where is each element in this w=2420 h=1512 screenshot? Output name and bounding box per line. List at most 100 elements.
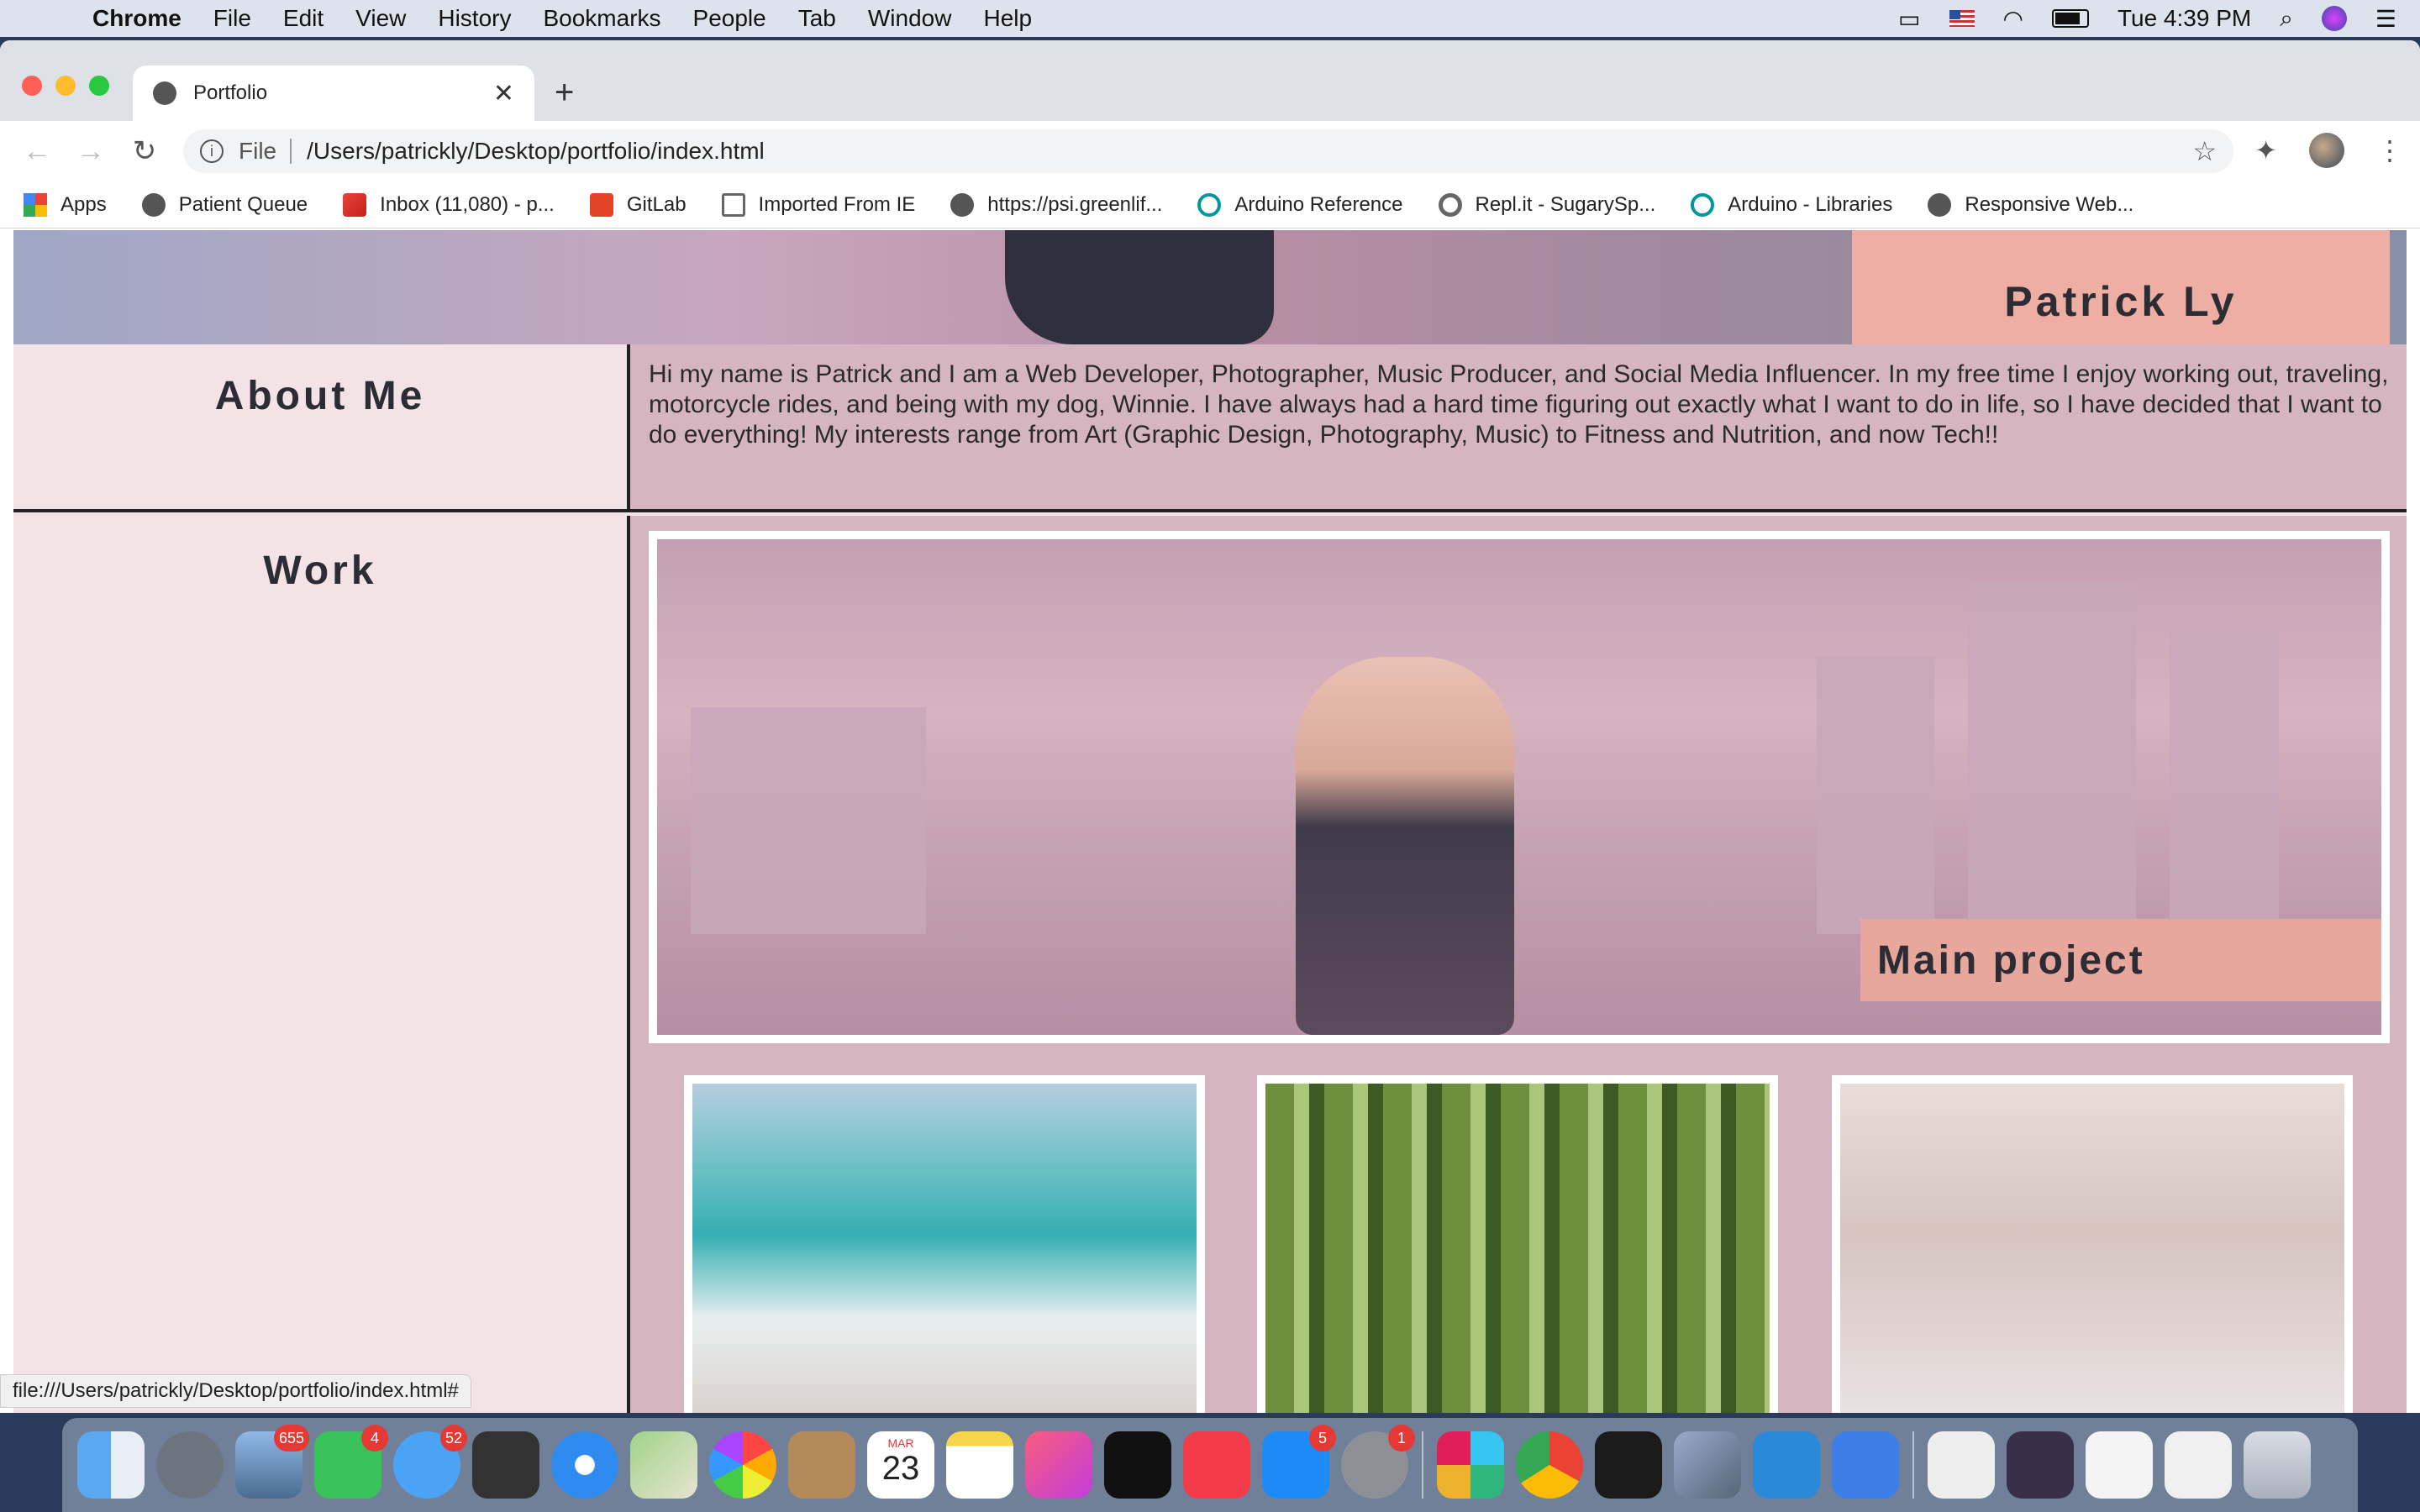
bookmark-label: Responsive Web...: [1965, 192, 2134, 216]
menubar-clock[interactable]: Tue 4:39 PM: [2118, 5, 2251, 32]
page-viewport[interactable]: Patrick Ly About Me Hi my name is Patric…: [0, 230, 2420, 1413]
finder-icon[interactable]: [77, 1431, 145, 1499]
us-flag-icon[interactable]: [1949, 10, 1975, 27]
project-thumbnail-bamboo[interactable]: [1257, 1075, 1778, 1413]
menu-history[interactable]: History: [438, 5, 511, 32]
chrome-menu-icon[interactable]: ⋮: [2376, 134, 2403, 166]
gitlab-icon: [589, 192, 613, 217]
vscode-icon[interactable]: [1753, 1431, 1820, 1499]
tab-title: Portfolio: [193, 81, 268, 104]
bookmark-apps[interactable]: Apps: [24, 192, 107, 217]
facetime-icon[interactable]: 4: [314, 1425, 388, 1499]
chrome-icon[interactable]: [1516, 1431, 1583, 1499]
zoom-window-icon[interactable]: [89, 76, 109, 96]
back-arrow-icon[interactable]: ←: [10, 135, 64, 168]
project-thumbnail-palms[interactable]: [1832, 1075, 2353, 1413]
url-text[interactable]: /Users/patrickly/Desktop/portfolio/index…: [307, 138, 765, 165]
menu-bookmarks[interactable]: Bookmarks: [543, 5, 660, 32]
minimized-window-thumbnail[interactable]: [1928, 1431, 1995, 1499]
bookmark-arduino-libraries[interactable]: Arduino - Libraries: [1691, 192, 1893, 217]
bookmark-patient-queue[interactable]: Patient Queue: [141, 192, 308, 217]
globe-icon: [153, 81, 176, 105]
airplay-icon[interactable]: ▭: [1898, 5, 1920, 33]
preview-icon[interactable]: [1674, 1431, 1741, 1499]
music-icon[interactable]: [1025, 1431, 1092, 1499]
system-preferences-badge: 1: [1388, 1425, 1415, 1452]
hero-banner-image: Patrick Ly: [13, 230, 2407, 344]
bookmark-star-icon[interactable]: ☆: [2192, 135, 2217, 167]
macos-menubar: Chrome File Edit View History Bookmarks …: [0, 0, 2420, 37]
bookmark-gitlab[interactable]: GitLab: [589, 192, 687, 217]
xcode-icon[interactable]: [1832, 1431, 1899, 1499]
close-tab-icon[interactable]: ✕: [493, 79, 514, 108]
siri-icon[interactable]: [2321, 6, 2347, 31]
news-icon[interactable]: [1183, 1431, 1250, 1499]
bookmarks-bar: Apps Patient Queue Inbox (11,080) - p...…: [0, 181, 2420, 228]
menu-window[interactable]: Window: [868, 5, 952, 32]
menu-view[interactable]: View: [355, 5, 406, 32]
messages-icon[interactable]: 52: [393, 1425, 467, 1499]
browser-toolbar: ← → ↻ i File /Users/patrickly/Desktop/po…: [0, 121, 2420, 181]
maps-icon[interactable]: [630, 1431, 697, 1499]
menu-app-name[interactable]: Chrome: [92, 5, 182, 32]
reload-icon[interactable]: ↻: [118, 134, 171, 168]
notification-center-icon[interactable]: ☰: [2375, 5, 2396, 33]
bookmark-gmail-inbox[interactable]: Inbox (11,080) - p...: [343, 192, 555, 217]
bookmark-responsive-web[interactable]: Responsive Web...: [1928, 192, 2134, 217]
facetime-badge: 4: [361, 1425, 388, 1452]
apple-tv-icon[interactable]: [1104, 1431, 1171, 1499]
menu-people[interactable]: People: [693, 5, 766, 32]
terminal-icon[interactable]: [1595, 1431, 1662, 1499]
wifi-icon[interactable]: ◠: [2003, 5, 2023, 33]
menu-help[interactable]: Help: [983, 5, 1032, 32]
name-box: Patrick Ly: [1852, 230, 2390, 344]
close-window-icon[interactable]: [22, 76, 42, 96]
minimized-window-thumbnail[interactable]: [2007, 1431, 2074, 1499]
bookmark-arduino-reference[interactable]: Arduino Reference: [1197, 192, 1403, 217]
bookmark-replit[interactable]: Repl.it - SugarySp...: [1438, 192, 1655, 217]
trash-icon[interactable]: [2244, 1431, 2311, 1499]
minimized-window-thumbnail[interactable]: [2165, 1431, 2232, 1499]
work-heading: Work: [263, 549, 377, 593]
photos-icon[interactable]: [709, 1431, 776, 1499]
bookmark-label: Patient Queue: [178, 192, 308, 216]
tab-portfolio[interactable]: Portfolio ✕: [133, 66, 534, 121]
minimize-window-icon[interactable]: [55, 76, 76, 96]
notes-icon[interactable]: [946, 1431, 1013, 1499]
battery-icon[interactable]: [2051, 9, 2089, 28]
extensions-puzzle-icon[interactable]: ✦: [2254, 134, 2277, 166]
system-preferences-icon[interactable]: 1: [1341, 1425, 1415, 1499]
city-building: [691, 707, 926, 934]
app-store-icon[interactable]: 5: [1262, 1425, 1336, 1499]
logic-pro-icon[interactable]: [472, 1431, 539, 1499]
slack-icon[interactable]: [1437, 1431, 1504, 1499]
folder-icon: [721, 192, 745, 217]
messages-badge: 52: [439, 1425, 467, 1452]
forward-arrow-icon[interactable]: →: [64, 135, 118, 168]
menu-tab[interactable]: Tab: [798, 5, 836, 32]
menu-file[interactable]: File: [213, 5, 251, 32]
menu-edit[interactable]: Edit: [283, 5, 324, 32]
contacts-icon[interactable]: [788, 1431, 855, 1499]
bookmark-imported-from-ie[interactable]: Imported From IE: [721, 192, 915, 217]
bookmark-label: Arduino - Libraries: [1728, 192, 1893, 216]
main-project-card[interactable]: Main project: [649, 531, 2390, 1043]
launchpad-icon[interactable]: [156, 1431, 224, 1499]
bookmark-psi-greenlif[interactable]: https://psi.greenlif...: [950, 192, 1162, 217]
address-bar[interactable]: i File /Users/patrickly/Desktop/portfoli…: [183, 129, 2233, 173]
portfolio-page: Patrick Ly About Me Hi my name is Patric…: [13, 230, 2407, 1413]
replit-icon: [1438, 192, 1462, 217]
spotlight-search-icon[interactable]: ⌕: [2280, 5, 2293, 33]
omnibox-divider: [290, 139, 292, 164]
safari-icon[interactable]: [551, 1431, 618, 1499]
profile-avatar[interactable]: [2309, 133, 2344, 168]
minimized-window-thumbnail[interactable]: [2086, 1431, 2153, 1499]
bookmark-label: Inbox (11,080) - p...: [380, 192, 555, 216]
mail-icon[interactable]: 655: [235, 1425, 309, 1499]
calendar-icon[interactable]: MAR 23: [867, 1431, 934, 1499]
chrome-window: Portfolio ✕ + ← → ↻ i File /Users/patric…: [0, 40, 2420, 1413]
site-info-icon[interactable]: i: [200, 139, 224, 163]
project-thumbnail-beach[interactable]: [684, 1075, 1205, 1413]
city-building: [2170, 632, 2279, 934]
new-tab-button[interactable]: +: [555, 74, 574, 112]
